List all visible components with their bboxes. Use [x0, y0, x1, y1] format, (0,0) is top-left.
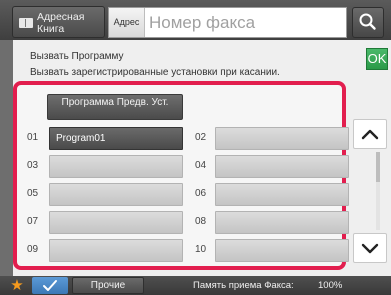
- program-slot-09[interactable]: [49, 239, 183, 262]
- program-slot-07[interactable]: [49, 211, 183, 234]
- check-button[interactable]: [32, 277, 68, 294]
- slot-number: 09: [27, 244, 39, 255]
- slot-number: 10: [195, 244, 207, 255]
- bottom-bar: ★ Прочие Память приема Факса: 100%: [0, 276, 391, 295]
- top-bar: Адресная Книга Адрес: [0, 0, 391, 40]
- side-strip: [0, 40, 13, 276]
- star-icon: ★: [10, 277, 24, 294]
- dialog-title: Вызвать Программу: [30, 51, 124, 62]
- preset-program-button[interactable]: Программа Предв. Уст.: [47, 94, 183, 120]
- program-slot-05[interactable]: [49, 183, 183, 206]
- slot-number: 01: [27, 132, 39, 143]
- recall-program-dialog: Вызвать Программу Вызвать зарегистрирова…: [13, 40, 391, 276]
- slot-number: 06: [195, 188, 207, 199]
- ok-button[interactable]: OK: [366, 48, 388, 70]
- search-button[interactable]: [352, 7, 384, 38]
- address-book-icon: [19, 18, 33, 28]
- dialog-subtitle: Вызвать зарегистрированные установки при…: [30, 67, 280, 78]
- other-button[interactable]: Прочие: [72, 277, 144, 294]
- favorites-button[interactable]: ★: [6, 277, 28, 294]
- slot-number: 03: [27, 160, 39, 171]
- scroll-down-button[interactable]: [353, 233, 387, 263]
- program-slot-03[interactable]: [49, 155, 183, 178]
- program-list-panel: Программа Предв. Уст. 01 Program01 02 03…: [13, 81, 349, 270]
- chevron-down-icon: [361, 243, 379, 254]
- address-book-label: Адресная Книга: [37, 11, 85, 35]
- program-slot-08[interactable]: [215, 211, 349, 234]
- fax-number-input[interactable]: [149, 11, 339, 35]
- address-book-button[interactable]: Адресная Книга: [12, 6, 105, 38]
- search-icon: [359, 13, 376, 30]
- program-slot-04[interactable]: [215, 155, 349, 178]
- scrollbar-thumb[interactable]: [376, 152, 380, 182]
- program-slot-10[interactable]: [215, 239, 349, 262]
- slot-number: 08: [195, 216, 207, 227]
- program-slot-02[interactable]: [215, 127, 349, 150]
- slot-number: 07: [27, 216, 39, 227]
- program-slot-06[interactable]: [215, 183, 349, 206]
- slot-number: 04: [195, 160, 207, 171]
- fax-memory-label: Память приема Факса:: [193, 280, 294, 291]
- address-tag: Адрес: [109, 8, 145, 37]
- address-field[interactable]: Адрес: [108, 7, 347, 38]
- slot-number: 05: [27, 188, 39, 199]
- checkmark-icon: [43, 280, 57, 291]
- fax-memory-value: 100%: [318, 280, 343, 291]
- chevron-up-icon: [361, 129, 379, 140]
- scroll-up-button[interactable]: [353, 119, 387, 149]
- scrollbar-track[interactable]: [376, 152, 380, 230]
- slot-number: 02: [195, 132, 207, 143]
- program-slot-01[interactable]: Program01: [49, 127, 183, 150]
